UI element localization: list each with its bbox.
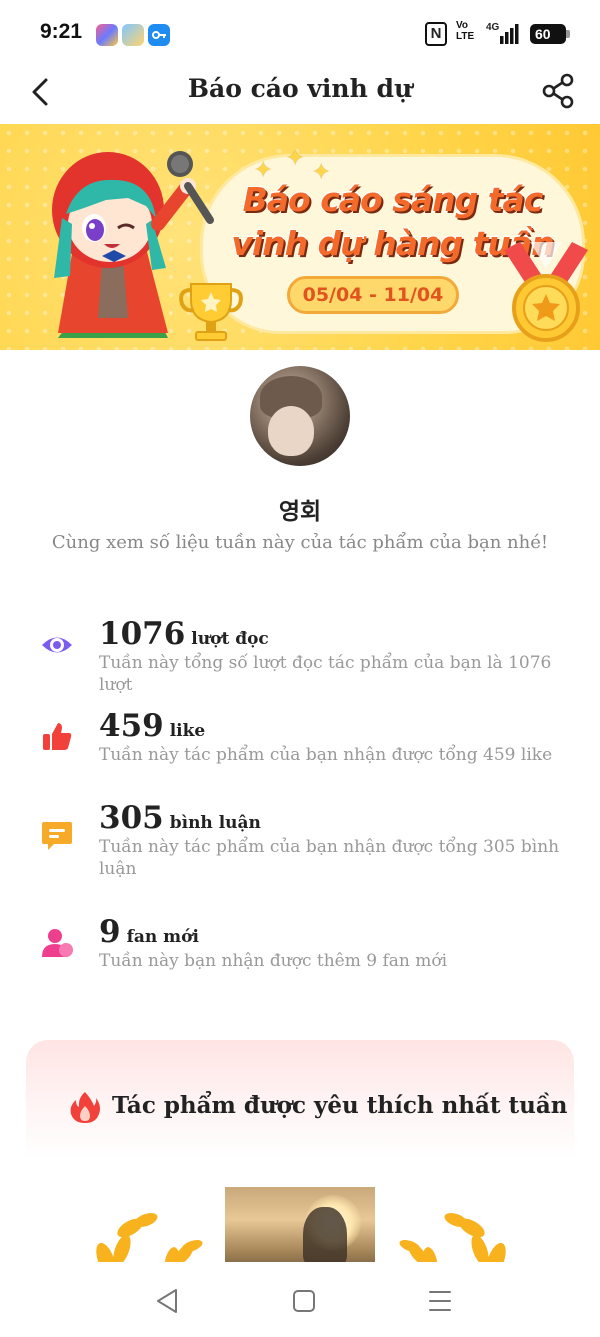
- medal-icon: [504, 242, 588, 342]
- stat-number: 459: [99, 708, 164, 744]
- comment-icon: [42, 822, 72, 850]
- battery-icon: 60: [530, 24, 570, 44]
- stat-description: Tuần này bạn nhận được thêm 9 fan mới: [99, 951, 448, 971]
- square-home-icon[interactable]: [289, 1286, 319, 1316]
- avatar-face: [268, 406, 314, 456]
- user-name: 영회: [278, 499, 322, 525]
- weather-app-icon: [122, 24, 144, 46]
- favorite-work-title: Tác phẩm được yêu thích nhất tuần: [112, 1092, 568, 1119]
- status-bar: 9:21 N Vo LTE 4G 60: [0, 0, 600, 62]
- cover-figure: [303, 1207, 347, 1267]
- stat-number: 305: [99, 800, 164, 836]
- nfc-icon: N: [425, 22, 447, 46]
- vpn-key-app-icon: [148, 24, 170, 46]
- share-icon: [542, 73, 574, 109]
- trophy-icon: [179, 283, 243, 341]
- stat-unit: fan mới: [126, 927, 199, 947]
- weekly-report-banner: ✦ ✦ ✦ Báo cáo sáng tác vinh dự hàng tuần…: [0, 124, 600, 350]
- signal-4g-icon: 4G: [486, 22, 522, 46]
- thumbs-up-icon: [43, 723, 72, 750]
- status-time: 9:21: [40, 20, 83, 43]
- date-range-pill: 05/04 - 11/04: [287, 276, 459, 314]
- avatar[interactable]: [250, 366, 350, 466]
- stat-value: 9 fan mới: [99, 914, 199, 950]
- banner-title-line1: Báo cáo sáng tác: [242, 180, 544, 219]
- stat-unit: like: [169, 721, 206, 741]
- stat-description: Tuần này tổng số lượt đọc tác phẩm của b…: [99, 653, 552, 695]
- triangle-back-icon[interactable]: [152, 1286, 182, 1316]
- volte-top-label: Vo: [456, 20, 469, 31]
- system-nav-bar: [0, 1262, 600, 1337]
- eye-icon: [42, 637, 72, 653]
- stat-unit: bình luận: [169, 813, 261, 833]
- stat-description: Tuần này tác phẩm của bạn nhận được tổng…: [99, 837, 560, 879]
- volte-bottom-label: LTE: [456, 31, 475, 42]
- sparkle-icon: ✦: [286, 146, 305, 171]
- photos-app-icon: [96, 24, 118, 46]
- share-button[interactable]: [538, 70, 580, 112]
- page-title: Báo cáo vinh dự: [187, 74, 413, 103]
- stat-value: 459 like: [99, 708, 205, 744]
- fire-icon: [70, 1092, 100, 1123]
- menu-lines-icon[interactable]: [425, 1286, 455, 1316]
- app-header: Báo cáo vinh dự: [0, 62, 600, 122]
- stat-value: 305 bình luận: [99, 800, 261, 836]
- stat-number: 1076: [99, 616, 186, 652]
- stat-value: 1076 lượt đọc: [99, 616, 269, 652]
- favorite-work-card: Tác phẩm được yêu thích nhất tuần: [26, 1040, 574, 1280]
- stat-number: 9: [99, 914, 121, 950]
- person-icon: [42, 929, 73, 957]
- stat-unit: lượt đọc: [191, 629, 269, 649]
- user-subtitle: Cùng xem số liệu tuần này của tác phẩm c…: [51, 532, 549, 553]
- volte-icon: Vo LTE: [456, 20, 474, 42]
- stat-description: Tuần này tác phẩm của bạn nhận được tổng…: [99, 745, 553, 765]
